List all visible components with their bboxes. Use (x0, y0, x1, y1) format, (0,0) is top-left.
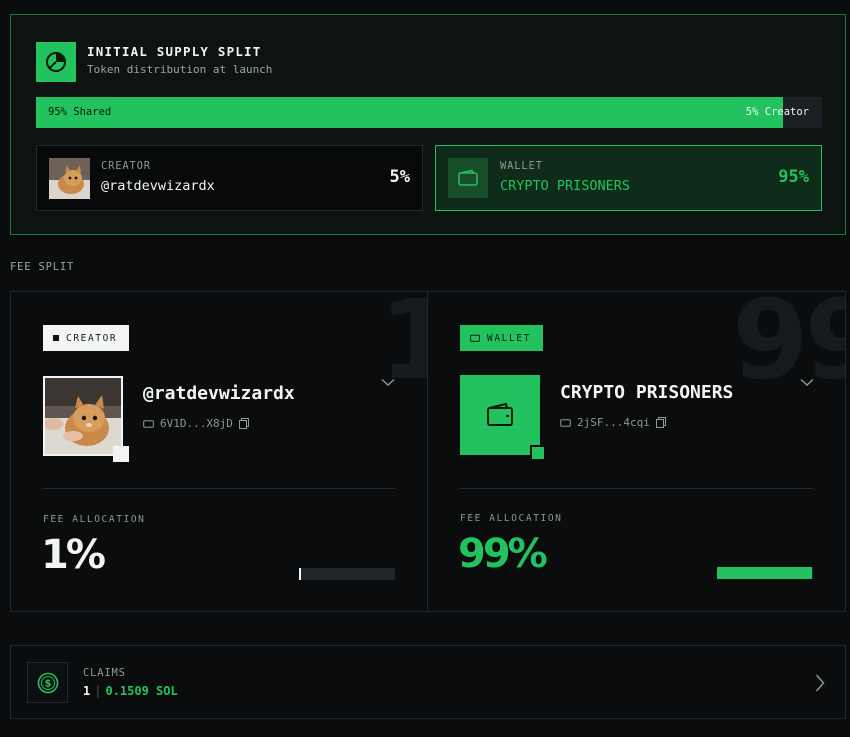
shared-fill (36, 97, 783, 128)
fee-wallet-panel: 99 WALLET CRYPTO PRISONERS 2jSF...4cqi (428, 292, 845, 611)
creator-avatar (49, 158, 90, 199)
supply-wallet-name: CRYPTO PRISONERS (500, 178, 631, 194)
claims-row[interactable]: $ CLAIMS 1 | 0.1509 SOL (10, 645, 846, 719)
wallet-icon-large (460, 375, 540, 455)
supply-creator-card[interactable]: CREATOR @ratdevwizardx 5% (36, 145, 423, 211)
wallet-address-row: 2jSF...4cqi (560, 416, 666, 429)
wallet-tag: WALLET (460, 325, 543, 351)
supply-creator-label: CREATOR (101, 160, 151, 172)
wallet-icon (448, 158, 488, 198)
creator-allocation-bar (299, 568, 395, 580)
creator-bg-number: 1 (379, 292, 427, 404)
claims-separator: | (94, 684, 102, 698)
shared-label: 95% Shared (48, 106, 112, 118)
creator-avatar-large (43, 376, 123, 456)
supply-wallet-pct: 95% (778, 167, 809, 187)
creator-share-label: 5% Creator (745, 106, 809, 118)
copy-icon[interactable] (238, 418, 249, 429)
chevron-down-icon[interactable] (800, 378, 814, 387)
wallet-fee-allocation-label: FEE ALLOCATION (460, 513, 563, 524)
supply-wallet-label: WALLET (500, 160, 543, 172)
square-icon (53, 335, 59, 341)
wallet-allocation-bar (717, 567, 813, 579)
claims-count: 1 (83, 684, 91, 698)
wallet-bg-number: 99 (732, 292, 845, 404)
creator-address-row: 6V1D...X8jD (143, 417, 249, 430)
wallet-icon (143, 420, 154, 428)
wallet-allocation-fill (717, 567, 813, 579)
fee-split-panel: 1 CREATOR @ratdevwizardx (10, 291, 846, 612)
chevron-down-icon[interactable] (381, 378, 395, 387)
svg-text:$: $ (44, 678, 51, 689)
supply-creator-name: @ratdevwizardx (101, 178, 215, 194)
supply-split-panel: INITIAL SUPPLY SPLIT Token distribution … (10, 14, 846, 235)
copy-icon[interactable] (655, 417, 666, 428)
fee-split-heading: FEE SPLIT (10, 261, 75, 273)
creator-tag-label: CREATOR (66, 332, 118, 344)
creator-address: 6V1D...X8jD (160, 417, 233, 430)
wallet-icon (470, 334, 480, 342)
dollar-icon: $ (27, 662, 68, 703)
wallet-badge (530, 445, 546, 461)
wallet-address: 2jSF...4cqi (577, 416, 650, 429)
claims-label: CLAIMS (83, 667, 126, 679)
pie-chart-icon (36, 42, 76, 82)
wallet-fee-allocation-pct: 99% (458, 531, 548, 577)
claims-value: 1 | 0.1509 SOL (83, 684, 178, 698)
wallet-name: CRYPTO PRISONERS (560, 382, 734, 403)
creator-fee-allocation-pct: 1% (41, 532, 106, 578)
supply-wallet-card[interactable]: WALLET CRYPTO PRISONERS 95% (435, 145, 822, 211)
supply-title: INITIAL SUPPLY SPLIT (87, 44, 262, 59)
avatar-badge (113, 446, 129, 462)
supply-subtitle: Token distribution at launch (87, 63, 273, 76)
creator-name: @ratdevwizardx (143, 383, 295, 404)
supply-distribution-bar: 95% Shared 5% Creator (36, 97, 822, 128)
wallet-icon (560, 419, 571, 427)
claims-amount: 0.1509 SOL (105, 684, 178, 698)
supply-creator-pct: 5% (389, 167, 410, 187)
wallet-tag-label: WALLET (487, 332, 531, 344)
divider (460, 488, 813, 489)
chevron-right-icon[interactable] (815, 674, 825, 692)
fee-creator-panel: 1 CREATOR @ratdevwizardx (11, 292, 427, 611)
creator-tag: CREATOR (43, 325, 130, 351)
divider (43, 488, 395, 489)
creator-fee-allocation-label: FEE ALLOCATION (43, 514, 146, 525)
creator-allocation-fill (299, 568, 301, 580)
